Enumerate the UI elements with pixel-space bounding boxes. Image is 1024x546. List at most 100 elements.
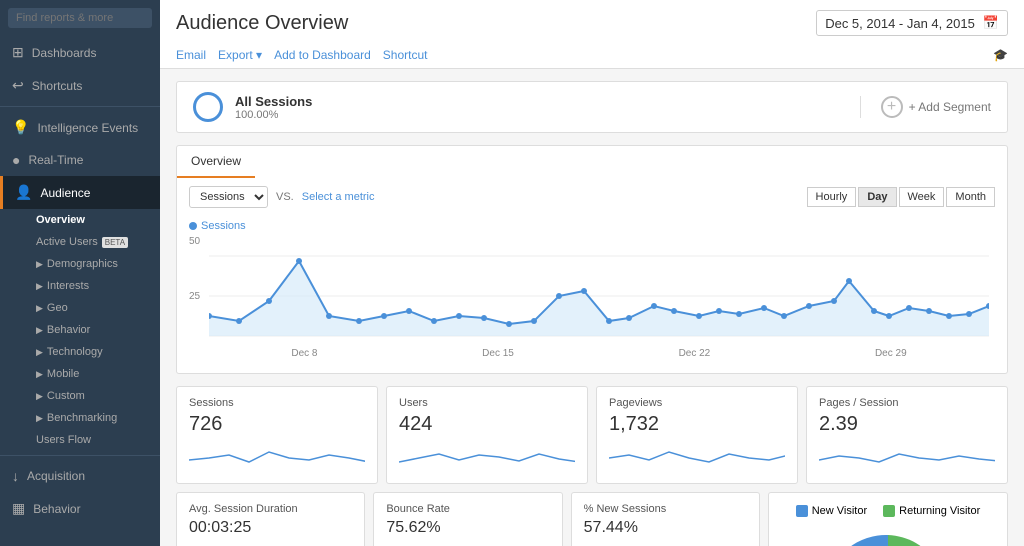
chart-area: Sessions 50 25	[177, 216, 1007, 373]
new-sessions-sparkline	[584, 541, 747, 546]
date-range-picker[interactable]: Dec 5, 2014 - Jan 4, 2015 📅	[816, 10, 1008, 36]
pageviews-value: 1,732	[609, 413, 785, 436]
bounce-rate-label: Bounce Rate	[386, 503, 549, 515]
sidebar-sub-custom-label: Custom	[47, 390, 85, 402]
sidebar-sub-mobile-label: Mobile	[47, 368, 79, 380]
add-segment-label: + Add Segment	[909, 100, 991, 114]
month-button[interactable]: Month	[946, 187, 995, 207]
vs-label: VS.	[276, 191, 294, 203]
avg-duration-sparkline	[189, 541, 352, 546]
overview-tab[interactable]: Overview	[177, 146, 255, 178]
chart-controls: Sessions VS. Select a metric Hourly Day …	[177, 178, 1007, 216]
day-button[interactable]: Day	[858, 187, 896, 207]
sidebar-sub-overview[interactable]: Overview	[28, 209, 160, 231]
metric-card-avg-duration: Avg. Session Duration 00:03:25	[176, 492, 365, 546]
pageviews-label: Pageviews	[609, 397, 785, 409]
audience-icon: 👤	[15, 184, 32, 201]
sidebar-sub-benchmarking[interactable]: ▶ Benchmarking	[28, 407, 160, 429]
intelligence-icon: 💡	[12, 119, 29, 136]
users-value: 424	[399, 413, 575, 436]
export-button[interactable]: Export ▾	[218, 48, 262, 62]
metrics-row-1: Sessions 726 Users 424 Pageviews 1,732	[176, 386, 1008, 484]
sidebar-item-behavior2[interactable]: ▦ Behavior	[0, 492, 160, 525]
sidebar: ⊞ Dashboards ↩ Shortcuts 💡 Intelligence …	[0, 0, 160, 546]
sidebar-sub-users-flow[interactable]: Users Flow	[28, 429, 160, 451]
new-visitor-box	[796, 505, 808, 517]
select-metric-link[interactable]: Select a metric	[302, 191, 375, 203]
sidebar-item-dashboards[interactable]: ⊞ Dashboards	[0, 36, 160, 69]
sidebar-sub-interests[interactable]: ▶ Interests	[28, 275, 160, 297]
metric-card-pages-session: Pages / Session 2.39	[806, 386, 1008, 484]
pages-session-sparkline	[819, 440, 995, 470]
sidebar-item-audience[interactable]: 👤 Audience	[0, 176, 160, 209]
mobile-arrow: ▶	[36, 369, 43, 380]
x-label-dec29: Dec 29	[875, 348, 907, 359]
technology-arrow: ▶	[36, 347, 43, 358]
metric-card-pageviews: Pageviews 1,732	[596, 386, 798, 484]
sidebar-sub-activeusers-label: Active Users	[36, 236, 98, 248]
sidebar-sub-custom[interactable]: ▶ Custom	[28, 385, 160, 407]
metrics-row-2: Avg. Session Duration 00:03:25 Bounce Ra…	[176, 492, 1008, 546]
plus-circle-icon: +	[881, 96, 903, 118]
sidebar-sub-usersflow-label: Users Flow	[36, 434, 91, 446]
settings-icon[interactable]: 🎓	[993, 48, 1008, 62]
sidebar-divider-2	[0, 455, 160, 456]
week-button[interactable]: Week	[899, 187, 945, 207]
users-label: Users	[399, 397, 575, 409]
sidebar-item-acquisition[interactable]: ↓ Acquisition	[0, 460, 160, 492]
interests-arrow: ▶	[36, 281, 43, 292]
sidebar-sub-geo-label: Geo	[47, 302, 68, 314]
sidebar-sub-demographics[interactable]: ▶ Demographics	[28, 253, 160, 275]
sidebar-item-shortcuts[interactable]: ↩ Shortcuts	[0, 69, 160, 102]
x-label-dec8: Dec 8	[291, 348, 317, 359]
sidebar-sub-mobile[interactable]: ▶ Mobile	[28, 363, 160, 385]
page-title: Audience Overview	[176, 12, 348, 35]
sidebar-item-realtime[interactable]: ● Real-Time	[0, 144, 160, 176]
behavior2-icon: ▦	[12, 500, 25, 517]
sidebar-label-acquisition: Acquisition	[27, 469, 85, 483]
behavior-arrow: ▶	[36, 325, 43, 336]
sessions-label: Sessions	[189, 397, 365, 409]
content-area: All Sessions 100.00% + + Add Segment Ove…	[160, 69, 1024, 546]
hourly-button[interactable]: Hourly	[807, 187, 857, 207]
sidebar-label-dashboards: Dashboards	[32, 46, 97, 60]
pageviews-sparkline	[609, 440, 785, 470]
sidebar-item-intelligence[interactable]: 💡 Intelligence Events	[0, 111, 160, 144]
sidebar-divider-1	[0, 106, 160, 107]
sidebar-sub-behavior-label: Behavior	[47, 324, 90, 336]
segment-percent: 100.00%	[235, 109, 840, 121]
pie-chart-svg: 42.4% 57.6%	[818, 525, 958, 546]
pages-session-label: Pages / Session	[819, 397, 995, 409]
new-sessions-label: % New Sessions	[584, 503, 747, 515]
metric-card-users: Users 424	[386, 386, 588, 484]
sessions-sparkline	[189, 440, 365, 470]
metric-dropdown[interactable]: Sessions	[189, 186, 268, 208]
avg-duration-label: Avg. Session Duration	[189, 503, 352, 515]
x-label-dec15: Dec 15	[482, 348, 514, 359]
add-to-dashboard-button[interactable]: Add to Dashboard	[274, 48, 371, 62]
chart-container: 50 25	[189, 236, 995, 346]
email-button[interactable]: Email	[176, 48, 206, 62]
date-range-text: Dec 5, 2014 - Jan 4, 2015	[825, 16, 975, 31]
sidebar-sub-active-users[interactable]: Active Users BETA	[28, 231, 160, 253]
overview-panel: Overview Sessions VS. Select a metric Ho…	[176, 145, 1008, 374]
acquisition-icon: ↓	[12, 468, 19, 484]
sidebar-sub-technology-label: Technology	[47, 346, 103, 358]
sessions-value: 726	[189, 413, 365, 436]
add-segment-button[interactable]: + + Add Segment	[860, 96, 991, 118]
action-bar: Email Export ▾ Add to Dashboard Shortcut…	[176, 42, 1008, 68]
metric-card-bounce-rate: Bounce Rate 75.62%	[373, 492, 562, 546]
shortcut-button[interactable]: Shortcut	[383, 48, 428, 62]
y-label-50: 50	[189, 236, 200, 247]
x-label-dec22: Dec 22	[679, 348, 711, 359]
pie-chart-container: 42.4% 57.6%	[818, 525, 958, 546]
sidebar-sub-behavior[interactable]: ▶ Behavior	[28, 319, 160, 341]
segment-circle	[193, 92, 223, 122]
calendar-icon: 📅	[983, 15, 999, 31]
search-input[interactable]	[8, 8, 152, 28]
pie-panel: New Visitor Returning Visitor	[768, 492, 1008, 546]
sidebar-sub-demographics-label: Demographics	[47, 258, 118, 270]
sidebar-sub-technology[interactable]: ▶ Technology	[28, 341, 160, 363]
sidebar-sub-geo[interactable]: ▶ Geo	[28, 297, 160, 319]
sidebar-search-container	[0, 0, 160, 36]
